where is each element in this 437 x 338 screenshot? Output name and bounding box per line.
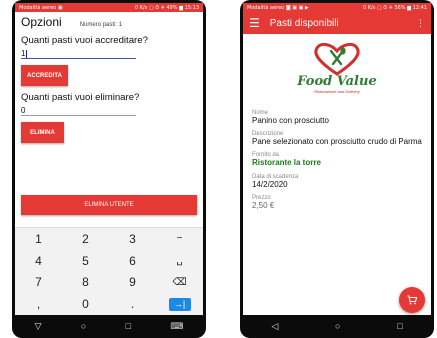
cart-button[interactable] (399, 287, 425, 313)
field-expiry: Data di scadenza 14/2/2020 (252, 174, 422, 189)
available-meals-screen: Modalità aereo ◙ ▣ ▣ ▶ 0 K/s ▢ ⏱ ✈ 56% ▆… (243, 3, 431, 315)
options-screen: Modalità aereo ▣ 0 K/s ▢ ⏱ ✈ 49% ▆ 15:13… (15, 3, 203, 315)
status-right: 0 K/s ▢ ⏱ ✈ 56% ▆ 12:41 (362, 4, 427, 11)
status-bar: Modalità aereo ◙ ▣ ▣ ▶ 0 K/s ▢ ⏱ ✈ 56% ▆… (243, 3, 431, 12)
system-nav-bar: ▽ ○ □ ⌨ (15, 317, 203, 335)
key-4[interactable]: 4 (15, 250, 62, 272)
field-value: Panino con prosciutto (252, 116, 329, 125)
system-nav-bar: ◁ ○ □ (243, 317, 431, 335)
text-caret (26, 49, 28, 58)
app-bar: ☰ Pasti disponibili ⋮ (243, 12, 431, 34)
key-1[interactable]: 1 (15, 228, 62, 250)
key-0[interactable]: 0 (62, 293, 109, 315)
field-value: 14/2/2020 (252, 179, 288, 189)
phone-available-meals-screen: Modalità aereo ◙ ▣ ▣ ▶ 0 K/s ▢ ⏱ ✈ 56% ▆… (240, 0, 434, 338)
logo-name: Food Value (297, 74, 377, 89)
food-value-logo: Food Value Ristorazione and Delivery (282, 42, 392, 102)
accredit-input[interactable]: 1 (21, 46, 136, 59)
keyboard-icon[interactable]: ⌨ (170, 321, 183, 332)
phone-options-screen: Modalità aereo ▣ 0 K/s ▢ ⏱ ✈ 49% ▆ 15:13… (12, 0, 206, 338)
page-title: Opzioni (21, 15, 62, 29)
key-2[interactable]: 2 (62, 228, 109, 250)
accredit-button[interactable]: ACCREDITA (21, 65, 68, 86)
delete-button[interactable]: ELIMINA (21, 122, 64, 143)
enter-key[interactable]: →| (156, 293, 203, 315)
status-bar: Modalità aereo ▣ 0 K/s ▢ ⏱ ✈ 49% ▆ 15:13 (15, 3, 203, 12)
backspace-icon[interactable]: ⌫ (156, 272, 203, 294)
key-3[interactable]: 3 (109, 228, 156, 250)
back-icon[interactable]: ▽ (35, 321, 42, 332)
more-vert-icon[interactable]: ⋮ (416, 18, 425, 29)
status-left: Modalità aereo ▣ (19, 4, 63, 11)
options-content: Opzioni Numero pasti: 1 Quanti pasti vuo… (15, 15, 203, 199)
delete-user-button[interactable]: ELIMINA UTENTE (21, 195, 197, 215)
status-left: Modalità aereo ◙ ▣ ▣ ▶ (247, 4, 309, 11)
field-provider: Fornito da Ristorante la torre (252, 152, 422, 167)
accredit-question: Quanti pasti vuoi accreditare? (21, 35, 148, 46)
logo-tagline: Ristorazione and Delivery (314, 89, 360, 94)
recents-icon[interactable]: □ (126, 321, 131, 331)
delete-input-value: 0 (21, 106, 26, 115)
delete-input[interactable]: 0 (21, 103, 136, 116)
key-comma[interactable]: , (15, 293, 62, 315)
next-icon: →| (168, 297, 191, 311)
field-name: Nome Panino con prosciutto (252, 110, 422, 125)
title-row: Opzioni Numero pasti: 1 (21, 15, 197, 29)
home-icon[interactable]: ○ (335, 321, 340, 331)
meal-detail: Nome Panino con prosciutto Descrizione P… (243, 110, 431, 210)
cart-icon (407, 295, 418, 305)
app-title: Pasti disponibili (269, 17, 339, 29)
key-7[interactable]: 7 (15, 272, 62, 294)
field-value: 2,50 € (252, 200, 275, 210)
back-icon[interactable]: ◁ (271, 321, 278, 332)
space-key[interactable]: ␣ (156, 250, 203, 272)
status-right: 0 K/s ▢ ⏱ ✈ 49% ▆ 15:13 (134, 4, 199, 11)
heart-fork-spoon-icon (314, 42, 360, 76)
key-8[interactable]: 8 (62, 272, 109, 294)
field-value: Pane selezionato con prosciutto crudo di… (252, 137, 422, 147)
key-minus[interactable]: − (156, 228, 203, 250)
home-icon[interactable]: ○ (81, 321, 86, 331)
meals-count: Numero pasti: 1 (79, 22, 123, 28)
numeric-keypad: 1 2 3 − 4 5 6 ␣ 7 8 9 ⌫ , 0 . →| (15, 227, 203, 315)
menu-icon[interactable]: ☰ (249, 16, 260, 30)
key-6[interactable]: 6 (109, 250, 156, 272)
field-value: Ristorante la torre (252, 158, 321, 168)
recents-icon[interactable]: □ (397, 321, 402, 331)
accredit-input-value: 1 (21, 49, 26, 58)
key-5[interactable]: 5 (62, 250, 109, 272)
delete-question: Quanti pasti vuoi eliminare? (21, 92, 140, 103)
field-description: Descrizione Pane selezionato con prosciu… (252, 131, 422, 146)
key-9[interactable]: 9 (109, 272, 156, 294)
key-period[interactable]: . (109, 293, 156, 315)
field-price: Prezzo 2,50 € (252, 195, 422, 210)
